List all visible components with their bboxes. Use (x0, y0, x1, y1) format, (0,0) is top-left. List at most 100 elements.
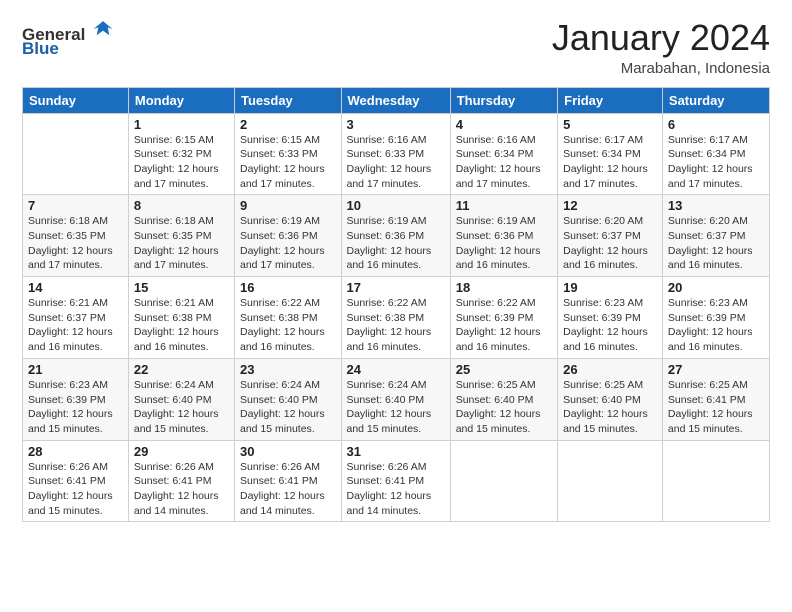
calendar-header-row: SundayMondayTuesdayWednesdayThursdayFrid… (23, 87, 770, 113)
calendar-cell: 30Sunrise: 6:26 AMSunset: 6:41 PMDayligh… (235, 440, 342, 522)
day-info: Sunrise: 6:25 AMSunset: 6:41 PMDaylight:… (668, 378, 764, 437)
calendar-cell: 7Sunrise: 6:18 AMSunset: 6:35 PMDaylight… (23, 195, 129, 277)
calendar-cell: 9Sunrise: 6:19 AMSunset: 6:36 PMDaylight… (235, 195, 342, 277)
day-number: 25 (456, 362, 552, 377)
day-number: 21 (28, 362, 123, 377)
calendar-cell: 25Sunrise: 6:25 AMSunset: 6:40 PMDayligh… (450, 358, 557, 440)
day-number: 20 (668, 280, 764, 295)
col-header-tuesday: Tuesday (235, 87, 342, 113)
calendar-week-2: 7Sunrise: 6:18 AMSunset: 6:35 PMDaylight… (23, 195, 770, 277)
col-header-wednesday: Wednesday (341, 87, 450, 113)
calendar-cell (662, 440, 769, 522)
day-info: Sunrise: 6:25 AMSunset: 6:40 PMDaylight:… (456, 378, 552, 437)
calendar-cell: 12Sunrise: 6:20 AMSunset: 6:37 PMDayligh… (558, 195, 663, 277)
day-number: 6 (668, 117, 764, 132)
day-number: 19 (563, 280, 657, 295)
day-info: Sunrise: 6:22 AMSunset: 6:38 PMDaylight:… (347, 296, 445, 355)
col-header-thursday: Thursday (450, 87, 557, 113)
calendar-cell: 24Sunrise: 6:24 AMSunset: 6:40 PMDayligh… (341, 358, 450, 440)
day-number: 4 (456, 117, 552, 132)
calendar-cell: 20Sunrise: 6:23 AMSunset: 6:39 PMDayligh… (662, 277, 769, 359)
day-number: 23 (240, 362, 336, 377)
day-number: 15 (134, 280, 229, 295)
day-number: 12 (563, 198, 657, 213)
day-number: 8 (134, 198, 229, 213)
col-header-friday: Friday (558, 87, 663, 113)
day-info: Sunrise: 6:19 AMSunset: 6:36 PMDaylight:… (240, 214, 336, 273)
logo-bird-icon (92, 18, 114, 40)
calendar-cell (558, 440, 663, 522)
calendar-cell: 16Sunrise: 6:22 AMSunset: 6:38 PMDayligh… (235, 277, 342, 359)
day-info: Sunrise: 6:15 AMSunset: 6:33 PMDaylight:… (240, 133, 336, 192)
calendar-cell: 10Sunrise: 6:19 AMSunset: 6:36 PMDayligh… (341, 195, 450, 277)
calendar-cell: 19Sunrise: 6:23 AMSunset: 6:39 PMDayligh… (558, 277, 663, 359)
logo-blue-text: Blue (22, 39, 59, 58)
day-number: 17 (347, 280, 445, 295)
day-info: Sunrise: 6:20 AMSunset: 6:37 PMDaylight:… (668, 214, 764, 273)
day-number: 2 (240, 117, 336, 132)
calendar-cell (450, 440, 557, 522)
day-number: 29 (134, 444, 229, 459)
day-info: Sunrise: 6:15 AMSunset: 6:32 PMDaylight:… (134, 133, 229, 192)
day-number: 30 (240, 444, 336, 459)
day-info: Sunrise: 6:23 AMSunset: 6:39 PMDaylight:… (28, 378, 123, 437)
day-info: Sunrise: 6:26 AMSunset: 6:41 PMDaylight:… (240, 460, 336, 519)
calendar-cell: 18Sunrise: 6:22 AMSunset: 6:39 PMDayligh… (450, 277, 557, 359)
calendar-cell: 15Sunrise: 6:21 AMSunset: 6:38 PMDayligh… (128, 277, 234, 359)
calendar-cell: 22Sunrise: 6:24 AMSunset: 6:40 PMDayligh… (128, 358, 234, 440)
calendar-cell: 26Sunrise: 6:25 AMSunset: 6:40 PMDayligh… (558, 358, 663, 440)
calendar-cell: 3Sunrise: 6:16 AMSunset: 6:33 PMDaylight… (341, 113, 450, 195)
day-info: Sunrise: 6:19 AMSunset: 6:36 PMDaylight:… (347, 214, 445, 273)
day-number: 9 (240, 198, 336, 213)
location: Marabahan, Indonesia (552, 60, 770, 77)
day-info: Sunrise: 6:24 AMSunset: 6:40 PMDaylight:… (240, 378, 336, 437)
calendar-cell: 28Sunrise: 6:26 AMSunset: 6:41 PMDayligh… (23, 440, 129, 522)
day-number: 5 (563, 117, 657, 132)
day-number: 24 (347, 362, 445, 377)
page: General Blue January 2024 Marabahan, Ind… (0, 0, 792, 612)
day-number: 16 (240, 280, 336, 295)
day-info: Sunrise: 6:18 AMSunset: 6:35 PMDaylight:… (28, 214, 123, 273)
logo: General Blue (22, 18, 114, 59)
day-number: 3 (347, 117, 445, 132)
day-info: Sunrise: 6:21 AMSunset: 6:38 PMDaylight:… (134, 296, 229, 355)
day-number: 7 (28, 198, 123, 213)
day-info: Sunrise: 6:17 AMSunset: 6:34 PMDaylight:… (563, 133, 657, 192)
col-header-sunday: Sunday (23, 87, 129, 113)
day-info: Sunrise: 6:23 AMSunset: 6:39 PMDaylight:… (563, 296, 657, 355)
calendar-cell: 27Sunrise: 6:25 AMSunset: 6:41 PMDayligh… (662, 358, 769, 440)
day-number: 27 (668, 362, 764, 377)
day-info: Sunrise: 6:24 AMSunset: 6:40 PMDaylight:… (347, 378, 445, 437)
day-number: 18 (456, 280, 552, 295)
day-info: Sunrise: 6:16 AMSunset: 6:34 PMDaylight:… (456, 133, 552, 192)
day-info: Sunrise: 6:25 AMSunset: 6:40 PMDaylight:… (563, 378, 657, 437)
day-info: Sunrise: 6:22 AMSunset: 6:38 PMDaylight:… (240, 296, 336, 355)
day-number: 31 (347, 444, 445, 459)
day-number: 11 (456, 198, 552, 213)
day-info: Sunrise: 6:26 AMSunset: 6:41 PMDaylight:… (28, 460, 123, 519)
calendar-cell: 31Sunrise: 6:26 AMSunset: 6:41 PMDayligh… (341, 440, 450, 522)
day-info: Sunrise: 6:26 AMSunset: 6:41 PMDaylight:… (134, 460, 229, 519)
calendar-cell: 4Sunrise: 6:16 AMSunset: 6:34 PMDaylight… (450, 113, 557, 195)
calendar-cell (23, 113, 129, 195)
col-header-saturday: Saturday (662, 87, 769, 113)
calendar-cell: 1Sunrise: 6:15 AMSunset: 6:32 PMDaylight… (128, 113, 234, 195)
day-number: 14 (28, 280, 123, 295)
calendar-cell: 14Sunrise: 6:21 AMSunset: 6:37 PMDayligh… (23, 277, 129, 359)
calendar-cell: 21Sunrise: 6:23 AMSunset: 6:39 PMDayligh… (23, 358, 129, 440)
day-number: 13 (668, 198, 764, 213)
day-number: 26 (563, 362, 657, 377)
calendar-cell: 23Sunrise: 6:24 AMSunset: 6:40 PMDayligh… (235, 358, 342, 440)
day-number: 1 (134, 117, 229, 132)
calendar-cell: 17Sunrise: 6:22 AMSunset: 6:38 PMDayligh… (341, 277, 450, 359)
calendar-week-3: 14Sunrise: 6:21 AMSunset: 6:37 PMDayligh… (23, 277, 770, 359)
day-info: Sunrise: 6:18 AMSunset: 6:35 PMDaylight:… (134, 214, 229, 273)
calendar-week-4: 21Sunrise: 6:23 AMSunset: 6:39 PMDayligh… (23, 358, 770, 440)
calendar-cell: 5Sunrise: 6:17 AMSunset: 6:34 PMDaylight… (558, 113, 663, 195)
calendar-cell: 29Sunrise: 6:26 AMSunset: 6:41 PMDayligh… (128, 440, 234, 522)
day-number: 10 (347, 198, 445, 213)
day-info: Sunrise: 6:22 AMSunset: 6:39 PMDaylight:… (456, 296, 552, 355)
day-info: Sunrise: 6:24 AMSunset: 6:40 PMDaylight:… (134, 378, 229, 437)
day-number: 22 (134, 362, 229, 377)
day-info: Sunrise: 6:23 AMSunset: 6:39 PMDaylight:… (668, 296, 764, 355)
